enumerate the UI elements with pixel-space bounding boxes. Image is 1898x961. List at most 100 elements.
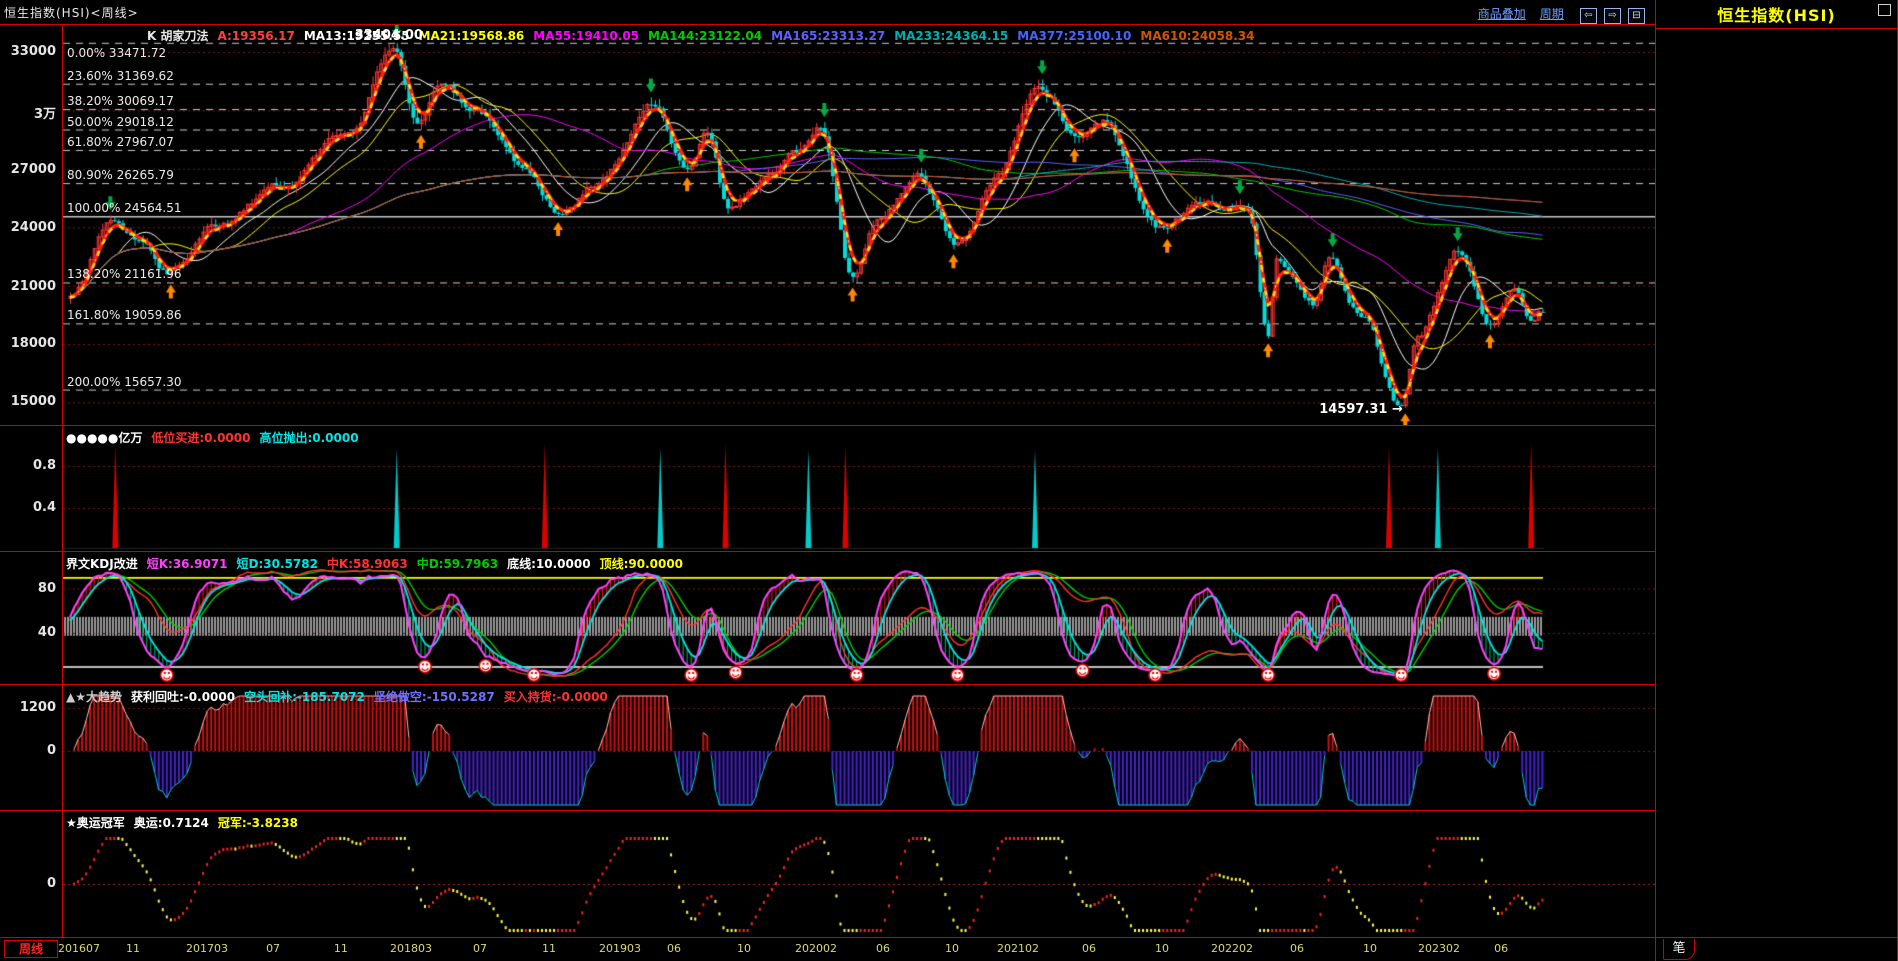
indicator-value: MA233:24364.15 (894, 29, 1009, 43)
fib-level-label: 100.00% 24564.51 (67, 201, 182, 216)
indicator-header: ★奥运冠军 奥运:0.7124 冠军:-3.8238 (66, 814, 307, 831)
indicator-value: ●●●●●亿万 (66, 431, 143, 445)
x-axis-tick: 11 (333, 942, 348, 955)
indicator-value: 中D:59.7963 (416, 557, 499, 571)
indicator-value: K 胡家刀法 (147, 29, 209, 43)
x-axis-tick: 07 (473, 942, 487, 955)
indicator-value: MA21:19568.86 (418, 29, 525, 43)
x-axis-tick: 06 (1494, 942, 1509, 955)
x-axis-tick: 10 (1154, 942, 1169, 955)
indicator-value: 顶线:90.0000 (599, 557, 684, 571)
indicator-value: MA144:23122.04 (648, 29, 763, 43)
indicator-value: 高位抛出:0.0000 (259, 431, 359, 445)
indicator-value: 底线:10.0000 (507, 557, 591, 571)
fib-level-label: 80.90% 26265.79 (67, 168, 174, 183)
fib-level-label: 138.20% 21161.96 (67, 267, 182, 282)
x-axis-tick: 07 (266, 942, 281, 955)
indicator-header: 界文KDJ改进 短K:36.9071 短D:30.5782 中K:58.9063 中D:… (66, 555, 692, 572)
fib-level-label: 50.00% 29018.12 (67, 114, 174, 129)
fib-level-label: 161.80% 19059.86 (67, 308, 182, 323)
indicator-value: 短K:36.9071 (146, 557, 228, 571)
main-chart-canvas[interactable] (0, 24, 1655, 425)
tab-transactions[interactable]: 笔 (1663, 939, 1695, 960)
quote-tab-row: 笔 (1655, 937, 1898, 961)
quote-title: 恒生指数(HSI) (1717, 6, 1836, 25)
x-axis-tick: 201607 (58, 942, 101, 955)
fib-level-label: 200.00% 15657.30 (67, 374, 182, 389)
y-axis-label: 18000 (10, 336, 56, 351)
x-axis-tick: 11 (126, 942, 141, 955)
indicator-header: K 胡家刀法 A:19356.17 MA13:19255.55 MA21:19568.… (147, 27, 1263, 44)
x-axis-tick: 11 (541, 942, 556, 955)
y-axis-label: 24000 (10, 220, 56, 235)
quote-separator (1655, 28, 1898, 29)
title-bar-menu: 商品叠加 周期 ⇦ ⇨ ⊟ (1478, 3, 1645, 24)
indicator-value: 奥运:0.7124 (133, 816, 209, 830)
y-axis-label: 1200 (19, 700, 56, 715)
panel-separator (0, 551, 1655, 552)
x-axis-tick: 06 (667, 942, 682, 955)
indicator-value: 冠军:-3.8238 (217, 816, 298, 830)
forward-arrow-icon[interactable]: ⇨ (1603, 8, 1621, 24)
indicator-value: 空头回补:-185.7072 (244, 690, 365, 704)
panel-separator (0, 24, 1655, 25)
x-axis-tick: 06 (876, 942, 891, 955)
x-axis-tick: 201803 (390, 942, 433, 955)
y-axis-label: 0 (46, 743, 56, 758)
x-axis-tick: 201703 (185, 942, 228, 955)
y-axis-label: 0.4 (32, 500, 56, 515)
indicator-value: 低位买进:0.0000 (151, 431, 251, 445)
panel-separator (0, 937, 1655, 938)
indicator-value: MA165:23313.27 (771, 29, 886, 43)
y-axis-label: 40 (37, 625, 56, 640)
fib-level-label: 61.80% 27967.07 (67, 134, 174, 149)
indicator-value: MA377:25100.10 (1017, 29, 1132, 43)
title-bar: 恒生指数(HSI)<周线> 商品叠加 周期 ⇦ ⇨ ⊟ (0, 0, 1655, 24)
indicator-value: 中K:58.9063 (326, 557, 408, 571)
panel-separator (0, 684, 1655, 685)
x-axis-tick: 202002 (794, 942, 837, 955)
x-axis-tick: 10 (736, 942, 751, 955)
x-axis-tick: 202202 (1211, 942, 1254, 955)
x-axis: 周线 201607 11 201703 07 11 201803 07 11 201903 06 1… (0, 937, 1655, 961)
indicator-header: ●●●●●亿万 低位买进:0.0000 高位抛出:0.0000 (66, 429, 368, 446)
x-axis-tick: 10 (1363, 942, 1377, 955)
back-arrow-icon[interactable]: ⇦ (1579, 8, 1597, 24)
indicator-value: ★奥运冠军 (66, 816, 125, 830)
menu-period[interactable]: 周期 (1540, 5, 1564, 22)
x-axis-tick: 06 (1290, 942, 1305, 955)
indicator-value: 买入持货:-0.0000 (503, 690, 608, 704)
y-axis-label: 80 (37, 581, 56, 596)
panel-separator (0, 425, 1655, 426)
y-axis-label: 21000 (10, 279, 56, 294)
trading-terminal: 恒生指数(HSI)<周线> 商品叠加 周期 ⇦ ⇨ ⊟ 周线 201607 11 2… (0, 0, 1898, 961)
indicator-value: 坚绝做空:-150.5287 (373, 690, 495, 704)
y-axis-label: 27000 (10, 162, 56, 177)
price-annotation: 14597.31 → (1319, 402, 1403, 418)
indicator-header: ▲★大趋势 获利回吐:-0.0000 空头回补:-185.7072 坚绝做空:-150… (66, 688, 617, 705)
panel-separator (0, 810, 1655, 811)
quote-panel: 恒生指数(HSI) 卖出------买入------最新19539.46均价19… (1655, 0, 1898, 961)
fib-level-label: 0.00% 33471.72 (67, 45, 167, 60)
menu-overlay-symbol[interactable]: 商品叠加 (1478, 5, 1526, 22)
y-axis-line (62, 24, 63, 937)
indicator-value: MA55:19410.05 (533, 29, 640, 43)
y-axis-label: 33000 (10, 44, 56, 59)
period-button[interactable]: 周线 (4, 940, 58, 958)
window-title: 恒生指数(HSI)<周线> (4, 6, 139, 20)
indicator-value: 短D:30.5782 (236, 557, 318, 571)
x-axis-tick: 202102 (996, 942, 1039, 955)
x-axis-tick: 10 (945, 942, 959, 955)
indicator-value: MA610:24058.34 (1140, 29, 1255, 43)
indicator-value: A:19356.17 (217, 29, 295, 43)
x-axis-tick: 201903 (599, 942, 642, 955)
split-window-icon[interactable]: ⊟ (1628, 8, 1645, 24)
fib-level-label: 23.60% 31369.62 (67, 68, 174, 83)
y-axis-label: 0 (46, 876, 56, 891)
y-axis-label: 15000 (10, 394, 56, 409)
x-axis-tick: 202302 (1417, 942, 1460, 955)
x-axis-tick: 06 (1082, 942, 1096, 955)
indicator-value: 界文KDJ改进 (66, 557, 138, 571)
restore-window-icon[interactable] (1878, 4, 1891, 16)
indicator-value: ▲★大趋势 (66, 690, 122, 704)
